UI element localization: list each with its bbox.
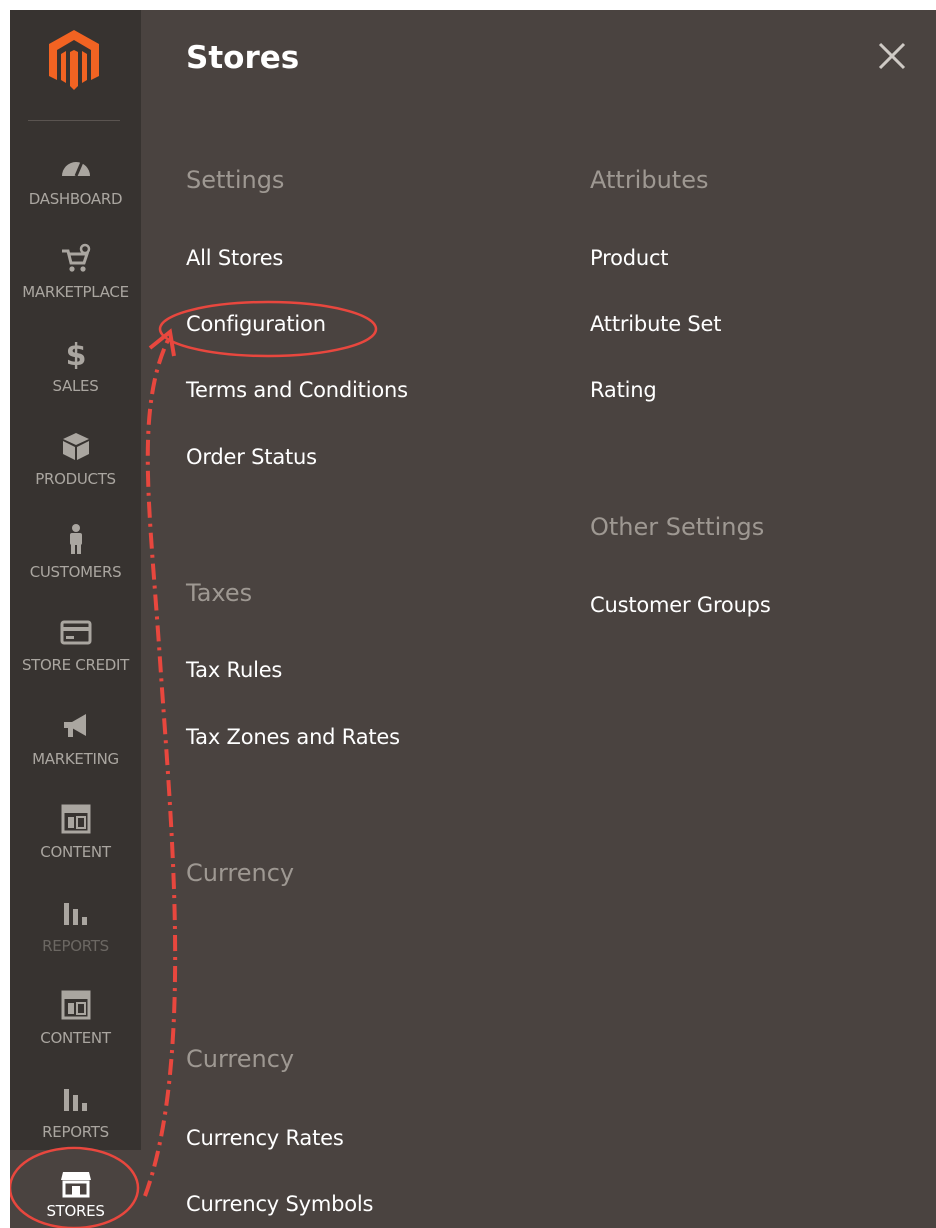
panel-title: Stores <box>186 40 300 76</box>
box-icon <box>62 433 89 460</box>
menu-link-rating[interactable]: Rating <box>590 378 657 402</box>
sidebar-item-label: STORES <box>46 1202 105 1220</box>
admin-frame: DASHBOARD MARKETPLACE $ SALES PRODUCTS C… <box>10 10 936 1228</box>
sidebar-item-label: REPORTS <box>42 1123 109 1141</box>
sidebar-item-customers[interactable]: CUSTOMERS <box>10 513 141 603</box>
magento-logo-icon[interactable] <box>47 28 101 92</box>
sidebar-item-store-credit[interactable]: STORE CREDIT <box>10 606 141 696</box>
menu-link-tax-rules[interactable]: Tax Rules <box>186 658 282 682</box>
menu-link-configuration[interactable]: Configuration <box>186 312 326 336</box>
menu-link-attribute-set[interactable]: Attribute Set <box>590 312 721 336</box>
sidebar-item-label: REPORTS <box>42 937 109 955</box>
menu-link-tax-zones-and-rates[interactable]: Tax Zones and Rates <box>186 725 400 749</box>
megaphone-icon <box>63 714 86 737</box>
section-heading-currency: Currency <box>186 859 295 887</box>
sidebar-item-content[interactable]: CONTENT <box>10 793 141 883</box>
sidebar-item-label: CONTENT <box>40 843 111 861</box>
sidebar-item-label: SALES <box>52 377 99 395</box>
cart-gear-icon <box>61 243 90 272</box>
sidebar-item-label: DASHBOARD <box>28 190 123 208</box>
admin-sidebar: DASHBOARD MARKETPLACE $ SALES PRODUCTS C… <box>10 10 141 1228</box>
bar-chart-icon <box>63 903 87 925</box>
dashboard-gauge-icon <box>61 161 90 177</box>
section-heading-settings: Settings <box>186 166 285 194</box>
section-heading-attributes: Attributes <box>590 166 709 194</box>
section-heading-other-settings: Other Settings <box>590 513 765 541</box>
bar-chart-icon <box>63 1089 87 1111</box>
close-icon[interactable] <box>876 40 908 72</box>
sidebar-item-marketplace[interactable]: MARKETPLACE <box>10 233 141 323</box>
sidebar-item-dashboard[interactable]: DASHBOARD <box>10 140 141 230</box>
menu-link-currency-rates[interactable]: Currency Rates <box>186 1126 344 1150</box>
svg-text:$: $ <box>65 338 86 369</box>
sidebar-item-sales[interactable]: $ SALES <box>10 327 141 417</box>
credit-card-icon <box>60 620 91 645</box>
sidebar-item-label: CUSTOMERS <box>29 563 122 581</box>
sidebar-item-label: PRODUCTS <box>35 470 116 488</box>
menu-link-terms-and-conditions[interactable]: Terms and Conditions <box>186 378 408 402</box>
sidebar-item-label: MARKETPLACE <box>22 283 129 301</box>
layout-icon <box>61 804 90 834</box>
sidebar-item-content[interactable]: CONTENT <box>10 979 141 1069</box>
menu-link-currency-symbols[interactable]: Currency Symbols <box>186 1192 373 1216</box>
section-heading-currency: Currency <box>186 1045 295 1073</box>
annotation-arrowhead <box>148 328 176 357</box>
storefront-icon <box>60 1172 91 1198</box>
sidebar-item-products[interactable]: PRODUCTS <box>10 420 141 510</box>
sidebar-item-marketing[interactable]: MARKETING <box>10 700 141 790</box>
sidebar-item-reports[interactable]: REPORTS <box>10 887 141 977</box>
annotation-arrow-path <box>143 339 178 1197</box>
layout-icon <box>61 990 90 1020</box>
sidebar-item-label: CONTENT <box>40 1029 111 1047</box>
menu-link-all-stores[interactable]: All Stores <box>186 246 283 270</box>
person-icon <box>69 524 82 554</box>
annotation-overlay <box>10 300 378 1228</box>
section-heading-taxes: Taxes <box>186 579 253 607</box>
menu-link-product[interactable]: Product <box>590 246 669 270</box>
menu-link-order-status[interactable]: Order Status <box>186 445 317 469</box>
sidebar-divider <box>28 120 120 121</box>
sidebar-item-stores[interactable]: STORES <box>10 1150 141 1228</box>
sidebar-item-label: MARKETING <box>32 750 119 768</box>
menu-link-customer-groups[interactable]: Customer Groups <box>590 593 771 617</box>
dollar-icon: $ <box>65 338 86 369</box>
sidebar-item-label: STORE CREDIT <box>21 656 130 674</box>
